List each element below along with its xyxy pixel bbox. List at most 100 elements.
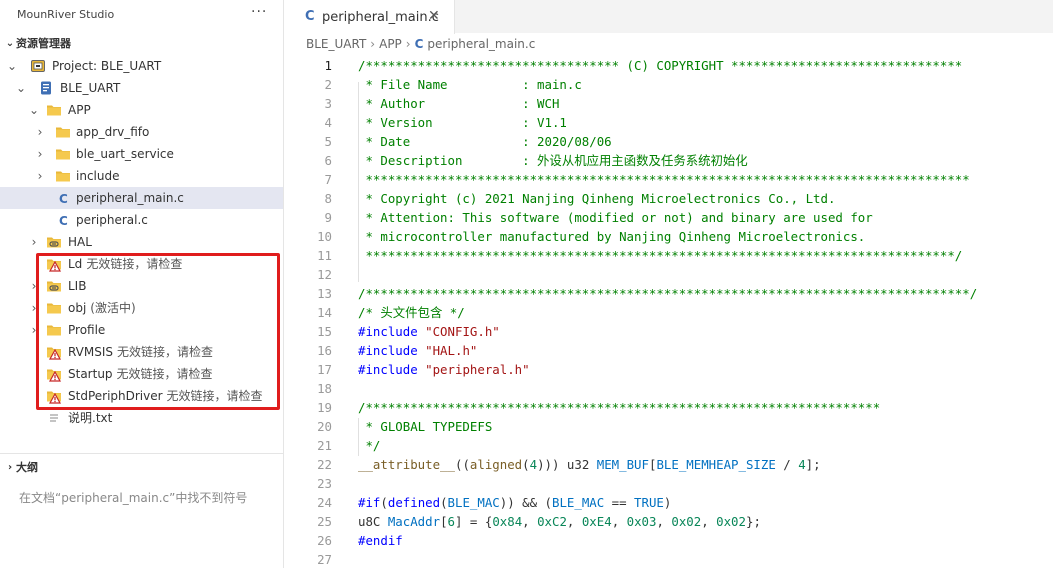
code-line[interactable]: * Author : WCH: [358, 94, 559, 113]
code-token: #if: [358, 495, 381, 510]
code-token: * GLOBAL TYPEDEFS: [358, 419, 493, 434]
code-token: ] = {: [455, 514, 493, 529]
code-token: 0xE4: [581, 514, 612, 529]
tree-item[interactable]: 说明.txt: [0, 407, 283, 429]
chevron-down-icon[interactable]: ⌄: [6, 55, 18, 77]
code-line[interactable]: u8C MacAddr[6] = {0x84, 0xC2, 0xE4, 0x03…: [358, 512, 761, 531]
tree-item-label: Project: BLE_UART: [52, 55, 161, 77]
tree-item[interactable]: Ld 无效链接，请检查: [0, 253, 283, 275]
chevron-right-icon[interactable]: ›: [34, 143, 46, 165]
explorer-section-header[interactable]: ⌄ 资源管理器: [0, 33, 283, 55]
tree-item[interactable]: Cperipheral_main.c: [0, 187, 283, 209]
code-line[interactable]: ****************************************…: [358, 246, 962, 265]
breadcrumb: BLE_UART › APP › Cperipheral_main.c: [306, 37, 535, 51]
tree-item-name: LIB: [68, 279, 87, 293]
code-token: ,: [522, 514, 538, 529]
line-number: 25: [317, 514, 332, 529]
line-number: 12: [317, 267, 332, 282]
code-token: MacAddr: [387, 514, 441, 529]
code-editor[interactable]: 1 /********************************** (C)…: [284, 55, 1053, 568]
tree-item[interactable]: ⌄ Project: BLE_UART: [0, 55, 283, 77]
tree-item-name: Ld: [68, 257, 83, 271]
code-line[interactable]: * Description : 外设从机应用主函数及任务系统初始化: [358, 151, 748, 170]
code-line[interactable]: #include "peripheral.h": [358, 360, 530, 379]
tree-item[interactable]: StdPeriphDriver 无效链接，请检查: [0, 385, 283, 407]
chevron-right-icon[interactable]: ›: [28, 297, 40, 319]
code-token: u8C: [358, 514, 388, 529]
code-line[interactable]: * Attention: This software (modified or …: [358, 208, 872, 227]
code-line[interactable]: /* 头文件包含 */: [358, 303, 465, 322]
code-line[interactable]: /********************************** (C) …: [358, 56, 962, 75]
code-token: 0x03: [626, 514, 657, 529]
tree-item[interactable]: › app_drv_fifo: [0, 121, 283, 143]
outline-section-header[interactable]: › 大纲: [0, 457, 283, 479]
code-token: * Description : 外设从机应用主函数及任务系统初始化: [358, 153, 748, 168]
breadcrumb-item[interactable]: APP: [379, 37, 402, 51]
tree-item[interactable]: ⌄ BLE_UART: [0, 77, 283, 99]
code-token: * Date : 2020/08/06: [358, 134, 612, 149]
tree-item[interactable]: › obj (激活中): [0, 297, 283, 319]
chevron-right-icon[interactable]: ›: [28, 231, 40, 253]
tree-item[interactable]: › include: [0, 165, 283, 187]
tree-item-label: StdPeriphDriver 无效链接，请检查: [68, 385, 263, 407]
code-token: #include: [358, 324, 426, 339]
explorer-title: 资源管理器: [16, 37, 71, 50]
code-token: MEM_BUF: [596, 457, 649, 472]
line-number: 27: [317, 552, 332, 567]
chevron-right-icon[interactable]: ›: [34, 165, 46, 187]
tree-item[interactable]: Startup 无效链接，请检查: [0, 363, 283, 385]
chevron-right-icon[interactable]: ›: [34, 121, 46, 143]
chevron-down-icon[interactable]: ⌄: [15, 77, 27, 99]
code-token: #endif: [358, 533, 403, 548]
tree-item[interactable]: Cperipheral.c: [0, 209, 283, 231]
chevron-right-icon: ›: [370, 37, 376, 51]
code-token: aligned: [469, 457, 523, 472]
code-line[interactable]: #endif: [358, 531, 403, 550]
code-token: #include: [358, 362, 426, 377]
code-line[interactable]: * Version : V1.1: [358, 113, 566, 132]
breadcrumb-item[interactable]: BLE_UART: [306, 37, 366, 51]
code-line[interactable]: #include "CONFIG.h": [358, 322, 500, 341]
line-number: 6: [324, 153, 332, 168]
tab-peripheral-main[interactable]: C peripheral_main.c ✕: [284, 0, 455, 34]
line-number: 26: [317, 533, 332, 548]
code-token: * microcontroller manufactured by Nanjin…: [358, 229, 866, 244]
svg-text:C: C: [59, 192, 68, 206]
chevron-right-icon[interactable]: ›: [28, 319, 40, 341]
code-token: "peripheral.h": [425, 362, 530, 377]
line-number: 24: [317, 495, 332, 510]
tree-item-name: ble_uart_service: [76, 147, 174, 161]
tree-item-name: StdPeriphDriver: [68, 389, 163, 403]
code-line[interactable]: * GLOBAL TYPEDEFS: [358, 417, 492, 436]
tree-item[interactable]: RVMSIS 无效链接，请检查: [0, 341, 283, 363]
code-line[interactable]: ****************************************…: [358, 170, 969, 189]
chevron-right-icon: ›: [7, 462, 13, 473]
code-line[interactable]: __attribute__((aligned(4))) u32 MEM_BUF[…: [358, 455, 821, 474]
code-line[interactable]: #if(defined(BLE_MAC)) && (BLE_MAC == TRU…: [358, 493, 671, 512]
code-line[interactable]: #include "HAL.h": [358, 341, 477, 360]
code-line[interactable]: /***************************************…: [358, 284, 977, 303]
tree-item[interactable]: ⌄ APP: [0, 99, 283, 121]
code-line[interactable]: * Date : 2020/08/06: [358, 132, 612, 151]
tree-item-name: APP: [68, 103, 91, 117]
tree-item-label: Startup 无效链接，请检查: [68, 363, 213, 385]
code-line[interactable]: * File Name : main.c: [358, 75, 581, 94]
code-line[interactable]: * Copyright (c) 2021 Nanjing Qinheng Mic…: [358, 189, 835, 208]
tree-item-name: app_drv_fifo: [76, 125, 150, 139]
tree-item[interactable]: › HAL: [0, 231, 283, 253]
close-icon[interactable]: ✕: [428, 8, 440, 24]
code-token: (: [440, 495, 448, 510]
code-line[interactable]: /***************************************…: [358, 398, 880, 417]
folder-warning-icon: [46, 388, 62, 404]
code-token: ,: [656, 514, 672, 529]
tree-item[interactable]: › Profile: [0, 319, 283, 341]
breadcrumb-item[interactable]: peripheral_main.c: [427, 37, 535, 51]
chevron-down-icon[interactable]: ⌄: [28, 99, 40, 121]
tree-item[interactable]: › ble_uart_service: [0, 143, 283, 165]
chevron-right-icon[interactable]: ›: [28, 275, 40, 297]
code-line[interactable]: */: [358, 436, 380, 455]
code-token: ))) u32: [537, 457, 597, 472]
more-actions-icon[interactable]: ···: [251, 4, 267, 20]
code-line[interactable]: * microcontroller manufactured by Nanjin…: [358, 227, 865, 246]
tree-item[interactable]: › LIB: [0, 275, 283, 297]
